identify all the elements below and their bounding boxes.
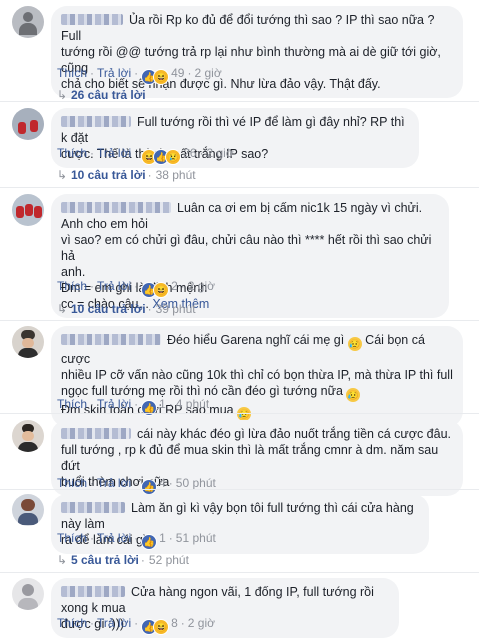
avatar[interactable] — [12, 578, 44, 610]
view-replies-link[interactable]: ↳ 10 câu trả lời · 38 phút — [57, 167, 196, 183]
blurred-username[interactable] — [61, 502, 125, 513]
replies-time: 39 phút — [155, 302, 196, 316]
reply-link[interactable]: Trả lời — [97, 279, 131, 293]
replies-time: 52 phút — [148, 553, 189, 567]
timestamp[interactable]: 51 phút — [176, 531, 216, 545]
like-link[interactable]: Thích — [57, 397, 87, 411]
blurred-username[interactable] — [61, 334, 161, 345]
avatar[interactable] — [12, 420, 44, 452]
reply-link[interactable]: Trả lời — [97, 531, 131, 545]
like-icon: 👍 — [141, 479, 158, 495]
sad-emoji-icon: 😥 — [237, 407, 252, 421]
reaction-count: 49 — [171, 66, 185, 80]
comment-actions: Thích · Trả lời · 👍😆 2 · 2 giờ — [57, 278, 215, 298]
reply-arrow-icon: ↳ — [57, 553, 68, 567]
replies-count: 5 câu trả lời — [71, 553, 139, 567]
timestamp[interactable]: 2 giờ — [206, 146, 233, 160]
comment-text-line: vì sao? em có chửi gì đâu, chửi câu nào … — [61, 233, 432, 263]
blurred-username[interactable] — [61, 14, 123, 25]
haha-icon: 😆 — [153, 619, 170, 635]
timestamp[interactable]: 4 phút — [176, 397, 209, 411]
reactions[interactable]: 👍 — [141, 531, 158, 550]
like-link[interactable]: Thích — [57, 531, 87, 545]
divider — [0, 101, 479, 102]
comment-actions: Thích · Trả lời · 👍 1 · 51 phút — [57, 530, 216, 550]
haha-icon: 😆 — [153, 282, 170, 298]
replies-count: 10 câu trả lời — [71, 168, 146, 182]
haha-icon: 😆 — [153, 69, 170, 85]
avatar[interactable] — [12, 326, 44, 358]
timestamp[interactable]: 50 phút — [176, 476, 216, 490]
replies-count: 10 câu trả lời — [71, 302, 146, 316]
comment-text-line: Đéo hiểu Garena nghĩ cái mẹ gì — [167, 333, 345, 347]
reply-arrow-icon: ↳ — [57, 168, 68, 182]
replies-time: 38 phút — [155, 168, 196, 182]
like-link[interactable]: Thích — [57, 66, 87, 80]
divider — [0, 489, 479, 490]
reactions[interactable]: 👍😆 — [141, 66, 170, 85]
sad-icon: 😢 — [165, 149, 182, 165]
comment-actions: Thích · Trả lời · 👍😆 8 · 2 giờ — [57, 615, 215, 635]
reaction-count: 8 — [171, 616, 178, 630]
sad-emoji-icon: 😥 — [346, 388, 361, 402]
reactions[interactable]: 👍 — [141, 476, 158, 495]
reactions[interactable]: 👍😆 — [141, 279, 170, 298]
timestamp[interactable]: 2 giờ — [188, 279, 215, 293]
replies-count: 26 câu trả lời — [71, 88, 146, 102]
comment-bubble: Luân ca ơi em bị cấm nic1k 15 ngày vì ch… — [51, 194, 449, 318]
divider — [0, 572, 479, 573]
comment-text-line: full tướng , rp k đủ để mua skin thì là … — [61, 443, 439, 473]
reply-arrow-icon: ↳ — [57, 302, 68, 316]
divider — [0, 320, 479, 321]
comment-text-line: anh. — [61, 265, 86, 279]
reaction-count: 1 — [159, 397, 166, 411]
reply-link[interactable]: Trả lời — [97, 397, 131, 411]
sad-emoji-icon: 😥 — [347, 337, 362, 351]
reply-link[interactable]: Trả lời — [97, 476, 131, 490]
divider — [0, 413, 479, 414]
blurred-username[interactable] — [61, 202, 171, 213]
reply-link[interactable]: Trả lời — [97, 146, 131, 160]
reactions[interactable]: 😆👍😢 — [141, 146, 182, 165]
comment-actions: Thích · Trả lời · 👍 4 · 50 phút — [57, 475, 216, 495]
reaction-count: 26 — [183, 146, 197, 160]
like-link[interactable]: Thích — [57, 279, 87, 293]
reaction-count: 2 — [171, 279, 178, 293]
avatar[interactable] — [12, 6, 44, 38]
view-replies-link[interactable]: ↳ 10 câu trả lời · 39 phút — [57, 301, 196, 317]
comment-text-line: nhiều IP cỡ vấn nào cũng 10k thì chỉ có … — [61, 368, 453, 382]
comment-actions: Thích · Trả lời · 😆👍😢 26 · 2 giờ — [57, 145, 234, 165]
timestamp[interactable]: 2 giờ — [194, 66, 221, 80]
like-link[interactable]: Thích — [57, 146, 87, 160]
comment-actions: Thích · Trả lời · 👍😆 49 · 2 giờ — [57, 65, 222, 85]
avatar[interactable] — [12, 108, 44, 140]
blurred-username[interactable] — [61, 586, 125, 597]
blurred-username[interactable] — [61, 116, 131, 127]
avatar[interactable] — [12, 194, 44, 226]
avatar[interactable] — [12, 494, 44, 526]
reactions[interactable]: 👍 — [141, 397, 158, 416]
reactions[interactable]: 👍😆 — [141, 616, 170, 635]
reaction-count: 4 — [159, 476, 166, 490]
reply-link[interactable]: Trả lời — [97, 616, 131, 630]
like-icon: 👍 — [141, 534, 158, 550]
comment-text-line: cái này khác đéo gì lừa đảo nuốt trắng t… — [137, 427, 452, 441]
reply-link[interactable]: Trả lời — [97, 66, 131, 80]
like-link[interactable]: Thích — [57, 476, 87, 490]
like-link[interactable]: Thích — [57, 616, 87, 630]
view-replies-link[interactable]: ↳ 5 câu trả lời · 52 phút — [57, 552, 189, 568]
blurred-username[interactable] — [61, 428, 131, 439]
divider — [0, 187, 479, 188]
timestamp[interactable]: 2 giờ — [188, 616, 215, 630]
reaction-count: 1 — [159, 531, 166, 545]
